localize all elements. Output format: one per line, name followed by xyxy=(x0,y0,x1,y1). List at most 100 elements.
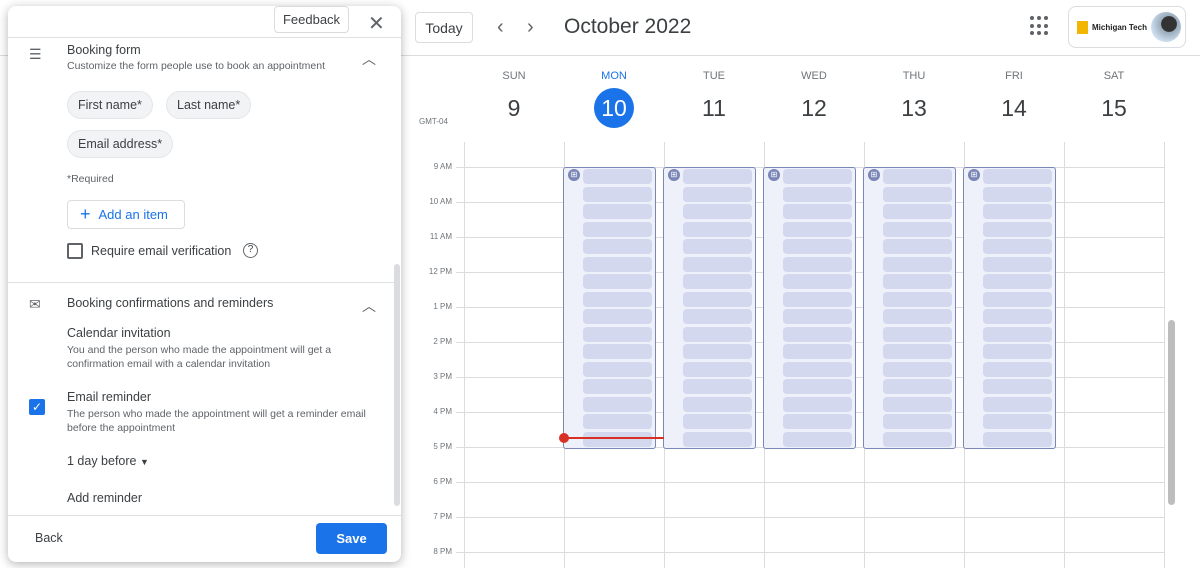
appointment-schedule-mon[interactable]: ⊞ xyxy=(563,167,656,449)
appointment-slot[interactable] xyxy=(583,274,652,289)
appointment-slot[interactable] xyxy=(683,361,752,377)
avatar[interactable] xyxy=(1151,12,1181,42)
appointment-slot[interactable] xyxy=(883,291,952,307)
appointment-slot[interactable] xyxy=(783,204,852,219)
appointment-slot[interactable] xyxy=(783,256,852,272)
appointment-slot[interactable] xyxy=(783,221,852,237)
appointment-slot[interactable] xyxy=(683,431,752,447)
appointment-slot[interactable] xyxy=(983,431,1052,447)
day-number[interactable]: 9 xyxy=(494,88,534,128)
day-header-fri[interactable]: FRI 14 xyxy=(964,56,1064,128)
appointment-slot[interactable] xyxy=(883,204,952,219)
appointment-slot[interactable] xyxy=(983,414,1052,429)
appointment-slot[interactable] xyxy=(783,414,852,429)
day-number[interactable]: 12 xyxy=(794,88,834,128)
day-header-sun[interactable]: SUN 9 xyxy=(464,56,564,128)
appointment-slot[interactable] xyxy=(883,169,952,184)
appointment-slot[interactable] xyxy=(883,414,952,429)
appointment-slot[interactable] xyxy=(983,169,1052,184)
appointment-slot[interactable] xyxy=(783,396,852,412)
appointment-slot[interactable] xyxy=(983,274,1052,289)
day-header-tue[interactable]: TUE 11 xyxy=(664,56,764,128)
appointment-slot[interactable] xyxy=(983,309,1052,324)
appointment-slot[interactable] xyxy=(883,361,952,377)
reminder-time-dropdown[interactable]: 1 day before ▼ xyxy=(67,454,149,468)
appointment-slot[interactable] xyxy=(783,309,852,324)
appointment-slot[interactable] xyxy=(983,221,1052,237)
appointment-slot[interactable] xyxy=(883,431,952,447)
back-button[interactable]: Back xyxy=(35,531,63,545)
appointment-slot[interactable] xyxy=(683,309,752,324)
appointment-slot[interactable] xyxy=(583,256,652,272)
day-number[interactable]: 11 xyxy=(694,88,734,128)
day-number[interactable]: 13 xyxy=(894,88,934,128)
appointment-slot[interactable] xyxy=(583,204,652,219)
appointment-slot[interactable] xyxy=(683,414,752,429)
appointment-slot[interactable] xyxy=(683,291,752,307)
appointment-slot[interactable] xyxy=(983,256,1052,272)
appointment-slot[interactable] xyxy=(983,361,1052,377)
day-header-mon[interactable]: MON 10 xyxy=(564,56,664,128)
appointment-slot[interactable] xyxy=(683,396,752,412)
require-verification-checkbox[interactable] xyxy=(67,243,83,259)
feedback-button[interactable]: Feedback xyxy=(274,6,349,33)
appointment-slot[interactable] xyxy=(883,274,952,289)
appointment-slot[interactable] xyxy=(783,274,852,289)
day-header-thu[interactable]: THU 13 xyxy=(864,56,964,128)
appointment-schedule-fri[interactable]: ⊞ xyxy=(963,167,1056,449)
field-chip-first-name[interactable]: First name* xyxy=(67,91,153,119)
appointment-slot[interactable] xyxy=(783,239,852,254)
add-item-button[interactable]: + Add an item xyxy=(67,200,185,229)
appointment-slot[interactable] xyxy=(583,169,652,184)
appointment-slot[interactable] xyxy=(783,379,852,394)
field-chip-last-name[interactable]: Last name* xyxy=(166,91,252,119)
appointment-slot[interactable] xyxy=(683,344,752,359)
appointment-slot[interactable] xyxy=(783,291,852,307)
appointment-slot[interactable] xyxy=(683,221,752,237)
day-number[interactable]: 14 xyxy=(994,88,1034,128)
prev-week-icon[interactable]: ‹ xyxy=(497,16,504,39)
next-week-icon[interactable]: › xyxy=(527,16,534,39)
appointment-slot[interactable] xyxy=(883,379,952,394)
appointment-slot[interactable] xyxy=(783,431,852,447)
appointment-slot[interactable] xyxy=(883,344,952,359)
appointment-slot[interactable] xyxy=(883,186,952,202)
appointment-slot[interactable] xyxy=(983,186,1052,202)
appointment-slot[interactable] xyxy=(683,186,752,202)
apps-grid-icon[interactable] xyxy=(1030,16,1050,36)
appointment-slot[interactable] xyxy=(983,291,1052,307)
appointment-slot[interactable] xyxy=(683,204,752,219)
appointment-slot[interactable] xyxy=(883,239,952,254)
account-button[interactable]: Michigan Tech xyxy=(1068,6,1186,48)
appointment-slot[interactable] xyxy=(683,239,752,254)
appointment-slot[interactable] xyxy=(583,431,652,447)
appointment-slot[interactable] xyxy=(583,326,652,342)
appointment-slot[interactable] xyxy=(883,396,952,412)
appointment-slot[interactable] xyxy=(683,169,752,184)
appointment-slot[interactable] xyxy=(983,239,1052,254)
add-reminder-link[interactable]: Add reminder xyxy=(67,491,142,505)
appointment-slot[interactable] xyxy=(583,344,652,359)
appointment-slot[interactable] xyxy=(983,344,1052,359)
appointment-schedule-thu[interactable]: ⊞ xyxy=(863,167,956,449)
collapse-confirmations-icon[interactable]: ︿ xyxy=(362,296,376,316)
appointment-slot[interactable] xyxy=(783,186,852,202)
panel-scrollbar[interactable] xyxy=(394,264,400,506)
appointment-slot[interactable] xyxy=(883,309,952,324)
calendar-grid[interactable]: 9 AM 10 AM 11 AM 12 PM 1 PM 2 PM 3 PM 4 PM 5 PM 6… xyxy=(400,142,1200,568)
today-button[interactable]: Today xyxy=(415,12,473,43)
appointment-slot[interactable] xyxy=(683,326,752,342)
appointment-schedule-wed[interactable]: ⊞ xyxy=(763,167,856,449)
day-header-sat[interactable]: SAT 15 xyxy=(1064,56,1164,128)
appointment-slot[interactable] xyxy=(583,379,652,394)
calendar-scrollbar[interactable] xyxy=(1168,320,1175,505)
appointment-slot[interactable] xyxy=(983,379,1052,394)
appointment-slot[interactable] xyxy=(583,309,652,324)
appointment-slot[interactable] xyxy=(983,326,1052,342)
appointment-slot[interactable] xyxy=(983,204,1052,219)
appointment-slot[interactable] xyxy=(683,379,752,394)
appointment-slot[interactable] xyxy=(583,291,652,307)
help-icon[interactable]: ? xyxy=(243,243,258,258)
appointment-slot[interactable] xyxy=(683,274,752,289)
email-reminder-checkbox[interactable]: ✓ xyxy=(29,399,45,415)
